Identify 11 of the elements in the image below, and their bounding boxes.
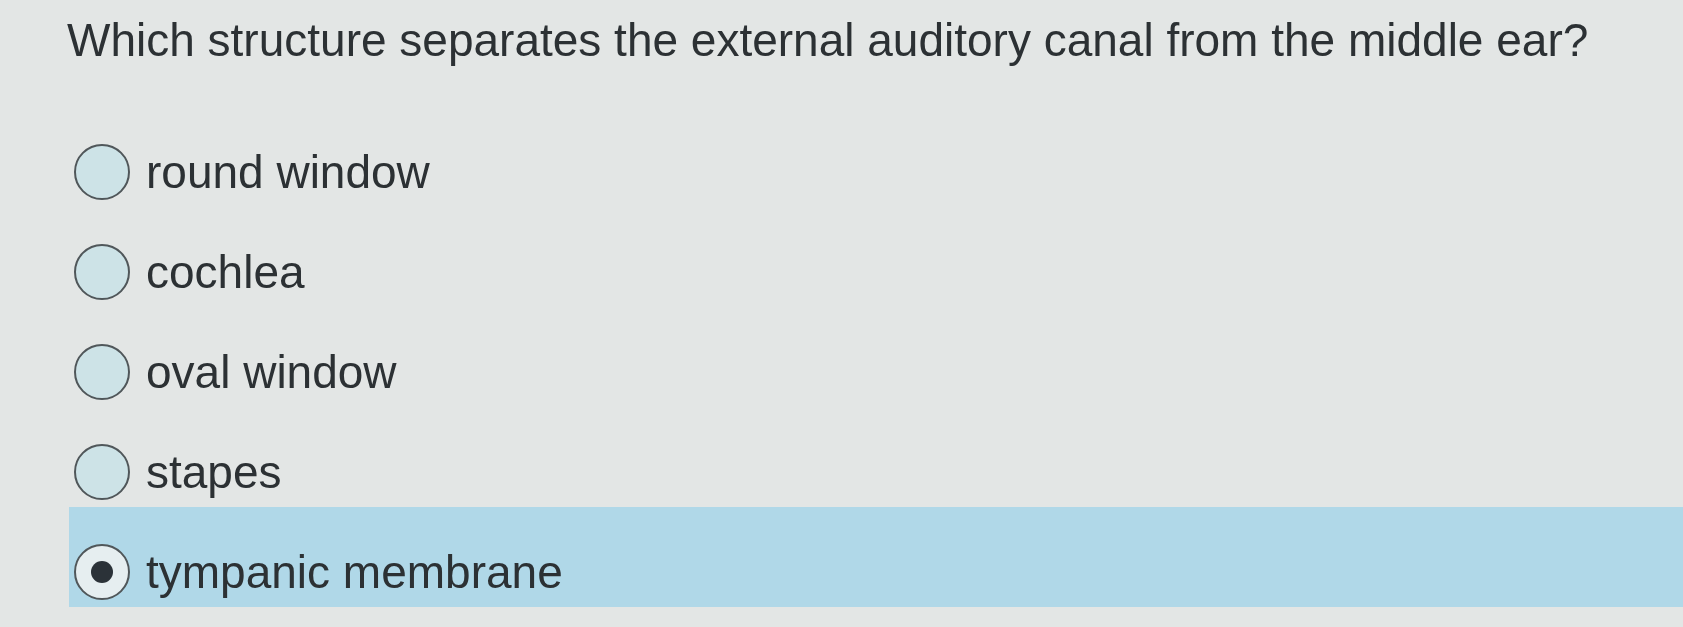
question-text: Which structure separates the external auditory canal from the middle ear? <box>67 13 1589 68</box>
answer-option[interactable]: oval window <box>69 307 1683 407</box>
radio-button-icon[interactable] <box>74 544 130 600</box>
answer-option[interactable]: round window <box>69 107 1683 207</box>
answer-option[interactable]: tympanic membrane <box>69 507 1683 607</box>
radio-button-icon[interactable] <box>74 144 130 200</box>
radio-button-icon[interactable] <box>74 344 130 400</box>
radio-button-icon[interactable] <box>74 444 130 500</box>
answer-option[interactable]: cochlea <box>69 207 1683 307</box>
answer-option[interactable]: stapes <box>69 407 1683 507</box>
radio-button-icon[interactable] <box>74 244 130 300</box>
